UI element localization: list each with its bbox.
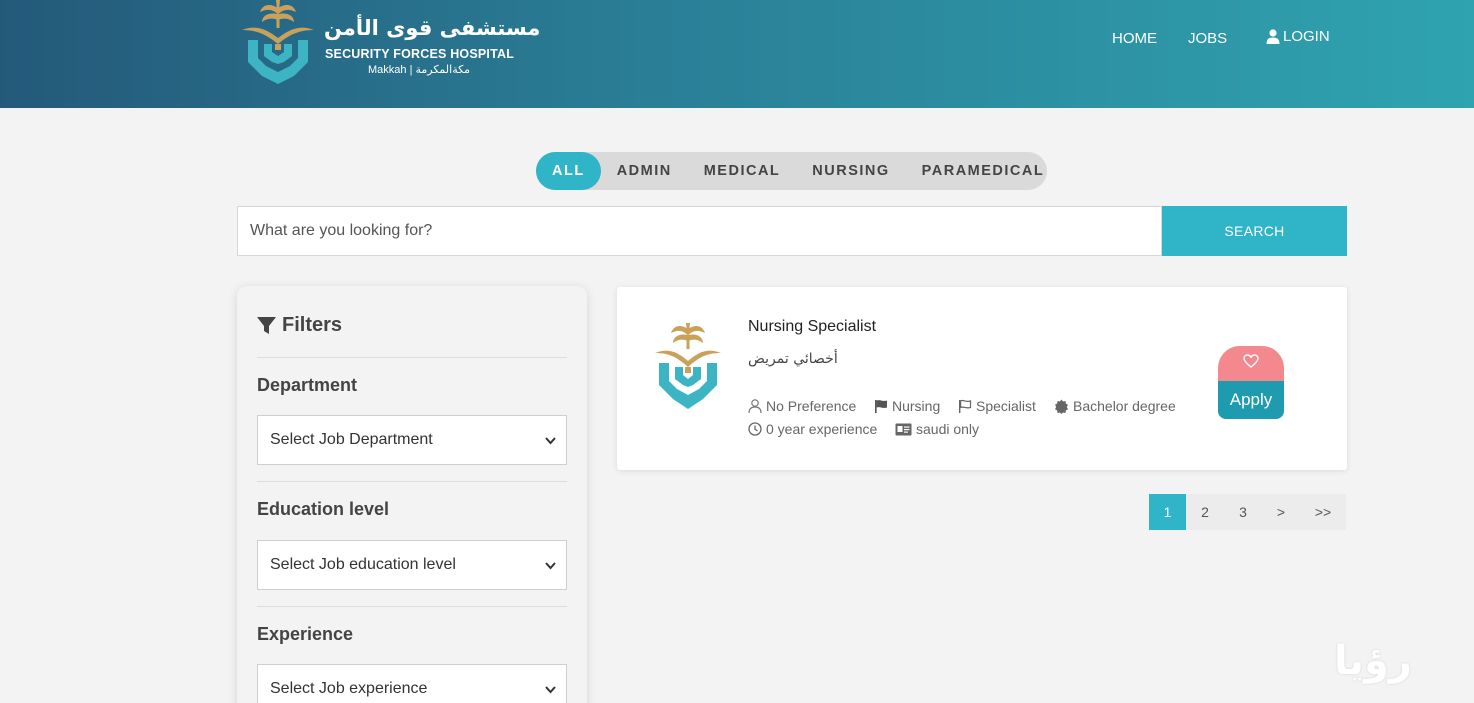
job-experience: 0 year experience	[748, 421, 877, 437]
tab-nursing[interactable]: NURSING	[796, 152, 905, 190]
filter-icon	[257, 317, 276, 334]
pagination: 1 2 3 > >>	[1149, 494, 1346, 530]
divider	[257, 357, 567, 358]
certificate-icon	[1055, 399, 1068, 414]
hospital-emblem-icon	[655, 323, 721, 409]
logo-city: Makkah | مكةالمكرمة	[368, 64, 471, 76]
experience-label: Experience	[257, 624, 354, 644]
job-card[interactable]: Nursing Specialist أخصائي تمريض No Prefe…	[617, 287, 1347, 470]
id-card-icon	[895, 423, 912, 435]
filters-title: Filters	[282, 314, 343, 336]
flag-icon	[875, 400, 887, 413]
department-select[interactable]: Select Job Department	[257, 415, 567, 465]
job-category-text: Nursing	[892, 398, 941, 414]
search-button[interactable]: SEARCH	[1162, 206, 1347, 256]
flag-outline-icon	[959, 399, 972, 413]
site-header: مستشفى قوى الأمن SECURITY FORCES HOSPITA…	[0, 0, 1474, 108]
next-page-button[interactable]: >	[1262, 494, 1300, 530]
department-select-value: Select Job Department	[270, 431, 433, 448]
logo-english-name: SECURITY FORCES HOSPITAL	[325, 47, 515, 61]
job-category: Nursing	[874, 398, 940, 414]
favorite-button[interactable]	[1218, 346, 1284, 382]
tab-medical[interactable]: MEDICAL	[688, 152, 797, 190]
job-gender-text: No Preference	[766, 398, 857, 414]
job-title-arabic: أخصائي تمريض	[748, 351, 838, 367]
job-title[interactable]: Nursing Specialist	[748, 318, 876, 336]
job-rank-text: Specialist	[976, 398, 1036, 414]
search-input[interactable]	[237, 206, 1162, 256]
job-gender: No Preference	[748, 398, 856, 414]
job-nationality: saudi only	[895, 421, 979, 437]
clock-icon	[748, 422, 762, 436]
job-rank: Specialist	[958, 398, 1036, 414]
user-icon	[1266, 29, 1280, 44]
education-label: Education level	[257, 499, 390, 519]
filters-heading: Filters	[257, 314, 342, 337]
chevron-down-icon	[545, 686, 556, 694]
department-label: Department	[257, 375, 358, 395]
page-3-button[interactable]: 3	[1224, 494, 1262, 530]
hospital-logo[interactable]: مستشفى قوى الأمن SECURITY FORCES HOSPITA…	[238, 0, 541, 90]
education-select-value: Select Job education level	[270, 556, 456, 573]
nav-home-link[interactable]: HOME	[1112, 30, 1157, 47]
last-page-button[interactable]: >>	[1300, 494, 1346, 530]
page-2-button[interactable]: 2	[1186, 494, 1224, 530]
search-bar: SEARCH	[237, 206, 1347, 256]
user-outline-icon	[748, 399, 762, 413]
filters-panel: Filters Department Select Job Department…	[237, 286, 587, 703]
job-nationality-text: saudi only	[916, 421, 980, 437]
divider	[257, 606, 567, 607]
nav-login-link[interactable]: LOGIN	[1266, 28, 1330, 45]
nav-login-label: LOGIN	[1283, 28, 1330, 45]
hospital-emblem-icon	[242, 0, 314, 84]
job-experience-text: 0 year experience	[766, 421, 878, 437]
chevron-down-icon	[545, 437, 556, 445]
tab-all[interactable]: ALL	[536, 152, 601, 190]
heart-outline-icon	[1243, 354, 1259, 368]
watermark: رؤيا	[1334, 638, 1412, 684]
page-1-button[interactable]: 1	[1149, 494, 1186, 530]
chevron-down-icon	[545, 562, 556, 570]
job-degree: Bachelor degree	[1054, 398, 1176, 414]
education-select[interactable]: Select Job education level	[257, 540, 567, 590]
category-tabs: ALL ADMIN MEDICAL NURSING PARAMEDICAL	[536, 152, 1047, 190]
experience-select-value: Select Job experience	[270, 680, 428, 697]
experience-select[interactable]: Select Job experience	[257, 664, 567, 703]
nav-jobs-link[interactable]: JOBS	[1188, 30, 1227, 47]
job-degree-text: Bachelor degree	[1073, 398, 1176, 414]
tab-paramedical[interactable]: PARAMEDICAL	[906, 152, 1061, 190]
divider	[257, 481, 567, 482]
logo-arabic-name: مستشفى قوى الأمن	[324, 16, 541, 40]
apply-button[interactable]: Apply	[1218, 381, 1284, 419]
tab-admin[interactable]: ADMIN	[601, 152, 688, 190]
